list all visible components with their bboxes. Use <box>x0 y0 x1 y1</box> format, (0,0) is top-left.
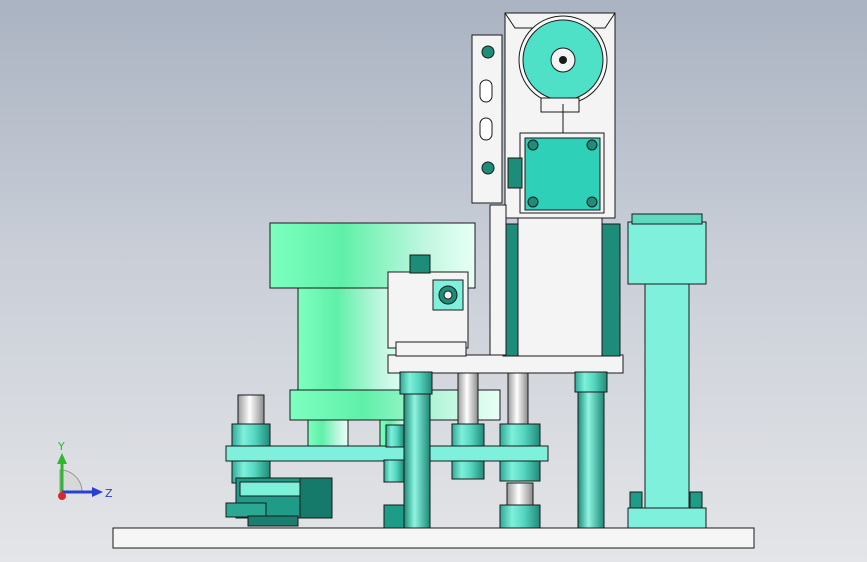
sensor-bracket[interactable] <box>471 34 507 356</box>
z-axis-arrowhead <box>92 487 103 497</box>
base-plate[interactable] <box>112 527 755 549</box>
upper-table-plate[interactable] <box>387 354 624 374</box>
coordinate-triad: Y Z <box>57 440 113 500</box>
side-column[interactable] <box>627 213 707 529</box>
y-axis-arrowhead <box>57 453 67 464</box>
bottom-clamp[interactable] <box>225 477 333 527</box>
z-axis-label: Z <box>105 487 113 500</box>
main-housing[interactable] <box>502 12 621 357</box>
x-axis-dot <box>58 492 66 500</box>
assembly-model[interactable] <box>0 0 867 562</box>
y-axis-label: Y <box>57 440 65 453</box>
cad-viewport[interactable]: Y Z <box>0 0 867 562</box>
